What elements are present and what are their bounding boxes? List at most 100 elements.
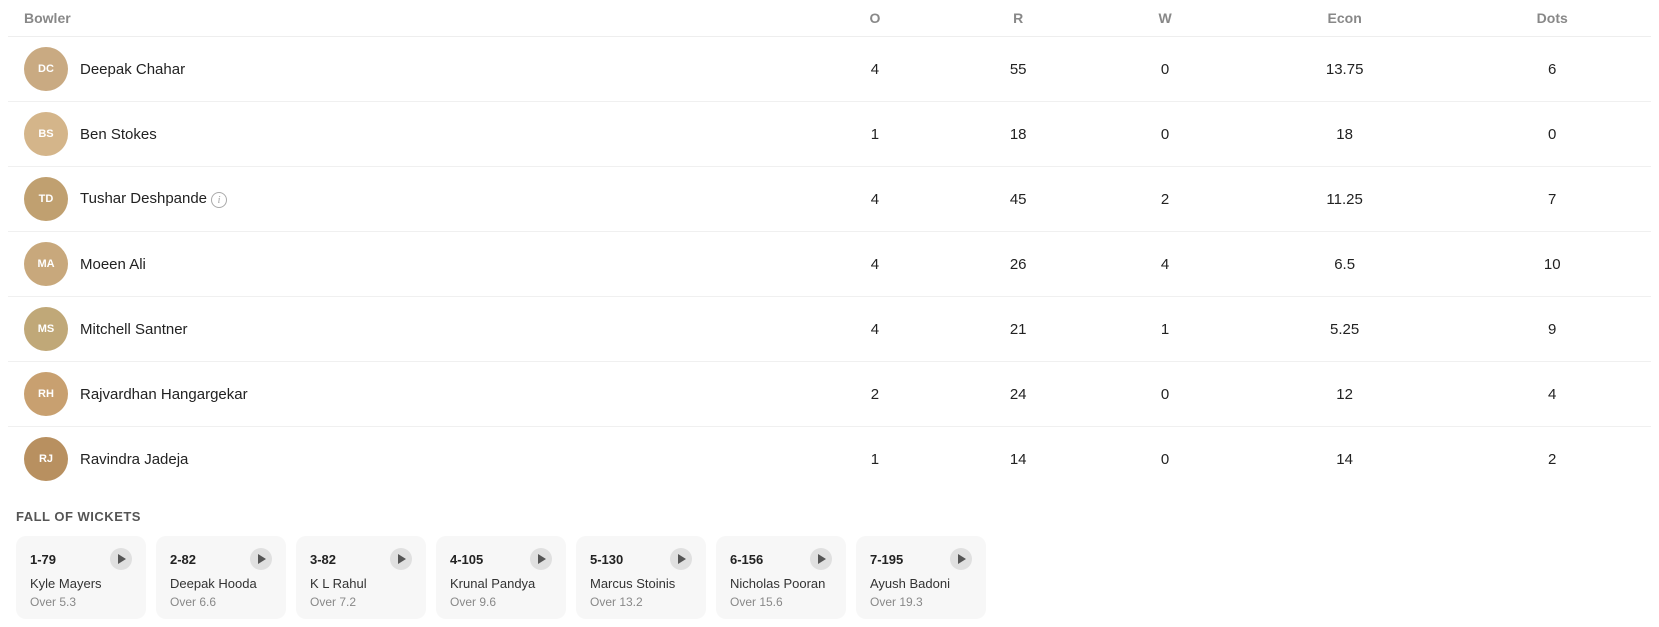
stat-w: 0: [1094, 37, 1235, 102]
fow-over: Over 13.2: [590, 595, 692, 609]
stat-dots: 6: [1453, 37, 1651, 102]
play-triangle-icon: [118, 554, 126, 564]
stat-dots: 9: [1453, 297, 1651, 362]
fow-card-header: 1-79: [30, 548, 132, 570]
bowler-name: Ravindra Jadeja: [80, 451, 188, 468]
fow-player-name: Marcus Stoinis: [590, 576, 692, 593]
avatar: BS: [24, 112, 68, 156]
play-triangle-icon: [678, 554, 686, 564]
bowler-cell: DC Deepak Chahar: [8, 37, 808, 102]
fow-score: 7-195: [870, 552, 903, 567]
fow-score: 3-82: [310, 552, 336, 567]
bowler-info: MA Moeen Ali: [24, 242, 792, 286]
fow-card: 4-105 Krunal Pandya Over 9.6: [436, 536, 566, 619]
col-header-w: W: [1094, 0, 1235, 37]
stat-r: 14: [942, 427, 1094, 492]
stat-w: 0: [1094, 362, 1235, 427]
fow-over: Over 6.6: [170, 595, 272, 609]
bowling-section: Bowler O R W Econ Dots DC Deepak Chahar …: [0, 0, 1659, 491]
bowler-name: Deepak Chahar: [80, 61, 185, 78]
fow-score: 5-130: [590, 552, 623, 567]
fow-card-header: 7-195: [870, 548, 972, 570]
play-triangle-icon: [258, 554, 266, 564]
bowler-info: RJ Ravindra Jadeja: [24, 437, 792, 481]
bowler-name: Rajvardhan Hangargekar: [80, 386, 248, 403]
stat-o: 4: [808, 297, 942, 362]
fow-play-button[interactable]: [110, 548, 132, 570]
stat-o: 4: [808, 37, 942, 102]
fow-card: 2-82 Deepak Hooda Over 6.6: [156, 536, 286, 619]
fow-section: FALL OF WICKETS 1-79 Kyle Mayers Over 5.…: [0, 491, 1659, 627]
play-triangle-icon: [818, 554, 826, 564]
fow-card: 5-130 Marcus Stoinis Over 13.2: [576, 536, 706, 619]
fow-card-header: 6-156: [730, 548, 832, 570]
bowler-info: DC Deepak Chahar: [24, 47, 792, 91]
col-header-econ: Econ: [1236, 0, 1454, 37]
stat-o: 2: [808, 362, 942, 427]
bowler-cell: RH Rajvardhan Hangargekar: [8, 362, 808, 427]
table-row: TD Tushar Deshpandei 4 45 2 11.25 7: [8, 167, 1651, 232]
col-header-dots: Dots: [1453, 0, 1651, 37]
fow-score: 4-105: [450, 552, 483, 567]
stat-o: 1: [808, 427, 942, 492]
stat-w: 1: [1094, 297, 1235, 362]
avatar: RH: [24, 372, 68, 416]
stat-econ: 12: [1236, 362, 1454, 427]
avatar: DC: [24, 47, 68, 91]
stat-econ: 13.75: [1236, 37, 1454, 102]
stat-dots: 7: [1453, 167, 1651, 232]
avatar: MA: [24, 242, 68, 286]
stat-econ: 18: [1236, 102, 1454, 167]
play-triangle-icon: [538, 554, 546, 564]
bowler-info: MS Mitchell Santner: [24, 307, 792, 351]
fow-play-button[interactable]: [250, 548, 272, 570]
fow-play-button[interactable]: [810, 548, 832, 570]
stat-econ: 11.25: [1236, 167, 1454, 232]
fow-over: Over 5.3: [30, 595, 132, 609]
stat-dots: 4: [1453, 362, 1651, 427]
stat-dots: 0: [1453, 102, 1651, 167]
stat-dots: 10: [1453, 232, 1651, 297]
stat-w: 0: [1094, 427, 1235, 492]
col-header-o: O: [808, 0, 942, 37]
fow-play-button[interactable]: [670, 548, 692, 570]
bowler-name: Mitchell Santner: [80, 321, 188, 338]
table-row: RH Rajvardhan Hangargekar 2 24 0 12 4: [8, 362, 1651, 427]
fow-score: 1-79: [30, 552, 56, 567]
stat-o: 4: [808, 167, 942, 232]
fow-play-button[interactable]: [390, 548, 412, 570]
fow-card: 6-156 Nicholas Pooran Over 15.6: [716, 536, 846, 619]
fow-card: 1-79 Kyle Mayers Over 5.3: [16, 536, 146, 619]
fow-title: FALL OF WICKETS: [16, 509, 1643, 524]
stat-econ: 6.5: [1236, 232, 1454, 297]
fow-score: 6-156: [730, 552, 763, 567]
stat-r: 55: [942, 37, 1094, 102]
fow-over: Over 7.2: [310, 595, 412, 609]
info-icon[interactable]: i: [211, 192, 227, 208]
stat-o: 1: [808, 102, 942, 167]
col-header-r: R: [942, 0, 1094, 37]
stat-econ: 14: [1236, 427, 1454, 492]
stat-r: 26: [942, 232, 1094, 297]
fow-score: 2-82: [170, 552, 196, 567]
fow-play-button[interactable]: [950, 548, 972, 570]
play-triangle-icon: [398, 554, 406, 564]
bowler-name: Moeen Ali: [80, 256, 146, 273]
fow-player-name: Krunal Pandya: [450, 576, 552, 593]
bowler-cell: BS Ben Stokes: [8, 102, 808, 167]
fow-player-name: Ayush Badoni: [870, 576, 972, 593]
fow-card: 7-195 Ayush Badoni Over 19.3: [856, 536, 986, 619]
stat-r: 24: [942, 362, 1094, 427]
fow-card-header: 5-130: [590, 548, 692, 570]
col-header-bowler: Bowler: [8, 0, 808, 37]
fow-cards-container: 1-79 Kyle Mayers Over 5.3 2-82 Deepak Ho…: [16, 536, 1643, 619]
bowler-cell: TD Tushar Deshpandei: [8, 167, 808, 232]
stat-dots: 2: [1453, 427, 1651, 492]
fow-play-button[interactable]: [530, 548, 552, 570]
play-triangle-icon: [958, 554, 966, 564]
table-row: DC Deepak Chahar 4 55 0 13.75 6: [8, 37, 1651, 102]
stat-w: 0: [1094, 102, 1235, 167]
fow-over: Over 9.6: [450, 595, 552, 609]
fow-over: Over 15.6: [730, 595, 832, 609]
stat-r: 45: [942, 167, 1094, 232]
